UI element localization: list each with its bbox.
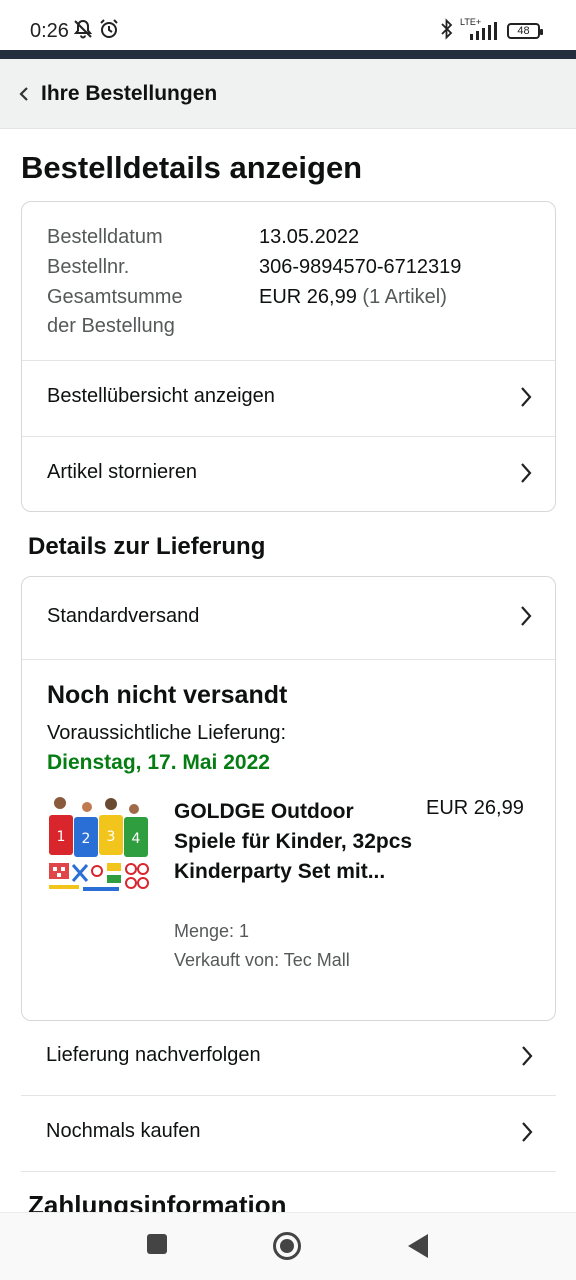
status-bar: 0:26 LTE+ 48 [0, 0, 576, 50]
product-price: EUR 26,99 [426, 797, 524, 819]
system-nav-bar [0, 1212, 576, 1280]
header-bar: Ihre Bestellungen [0, 59, 576, 129]
status-time: 0:26 [30, 20, 69, 42]
order-summary-card: Bestelldatum 13.05.2022 Bestellnr. 306-9… [21, 201, 556, 512]
svg-text:4: 4 [132, 831, 141, 847]
svg-text:3: 3 [107, 829, 116, 845]
alarm-icon [98, 18, 120, 45]
back-chevron-icon[interactable] [18, 86, 30, 107]
delivery-section-title: Details zur Lieferung [28, 533, 266, 560]
notifications-muted-icon [72, 18, 94, 45]
home-button-icon[interactable] [272, 1231, 302, 1266]
battery-indicator: 48 [507, 23, 543, 39]
cancel-items-label: Artikel stornieren [47, 461, 198, 483]
expected-delivery-label: Voraussichtliche Lieferung: [47, 722, 287, 744]
bluetooth-icon [440, 18, 454, 45]
track-package-label: Lieferung nachverfolgen [46, 1044, 261, 1066]
shipping-method-row[interactable]: Standardversand [22, 577, 555, 660]
chevron-right-icon [519, 461, 533, 490]
chevron-right-icon [520, 1044, 534, 1073]
track-package-row[interactable]: Lieferung nachverfolgen [21, 1020, 556, 1096]
chevron-right-icon [519, 385, 533, 414]
back-button-icon[interactable] [407, 1233, 429, 1264]
signal-icon [470, 22, 500, 45]
product-quantity: Menge: 1 [174, 921, 250, 941]
order-total-amount: EUR 26,99 [259, 286, 357, 308]
svg-text:2: 2 [82, 831, 91, 847]
shipping-method-label: Standardversand [47, 605, 200, 627]
order-date-label: Bestelldatum [47, 226, 163, 248]
svg-text:1: 1 [57, 829, 66, 845]
product-image[interactable]: 1 2 3 4 [47, 795, 151, 903]
view-order-summary-row[interactable]: Bestellübersicht anzeigen [22, 360, 555, 436]
order-item-count: (1 Artikel) [362, 286, 447, 308]
order-date-value: 13.05.2022 [259, 226, 360, 248]
chevron-right-icon [519, 604, 533, 633]
expected-delivery-date: Dienstag, 17. Mai 2022 [47, 751, 270, 774]
order-total-label-2: der Bestellung [47, 315, 175, 337]
cancel-items-row[interactable]: Artikel stornieren [22, 436, 555, 511]
back-link[interactable]: Ihre Bestellungen [41, 82, 217, 106]
product-seller: Verkauft von: Tec Mall [174, 950, 350, 970]
chevron-right-icon [520, 1120, 534, 1149]
buy-again-row[interactable]: Nochmals kaufen [21, 1096, 556, 1172]
recents-button-icon[interactable] [146, 1233, 168, 1260]
order-number-value: 306-9894570-6712319 [259, 256, 462, 278]
page-title: Bestelldetails anzeigen [21, 150, 363, 185]
buy-again-label: Nochmals kaufen [46, 1120, 201, 1142]
order-number-label: Bestellnr. [47, 256, 130, 278]
accent-strip [0, 50, 576, 59]
order-total-value: EUR 26,99 (1 Artikel) [259, 282, 447, 312]
delivery-card: Standardversand Noch nicht versandt Vora… [21, 576, 556, 1021]
order-total-label: Gesamtsumme [47, 286, 183, 308]
view-order-summary-label: Bestellübersicht anzeigen [47, 385, 275, 407]
product-title-link[interactable]: GOLDGE Outdoor Spiele für Kinder, 32pcs … [174, 797, 414, 887]
shipment-status: Noch nicht versandt [47, 681, 288, 709]
